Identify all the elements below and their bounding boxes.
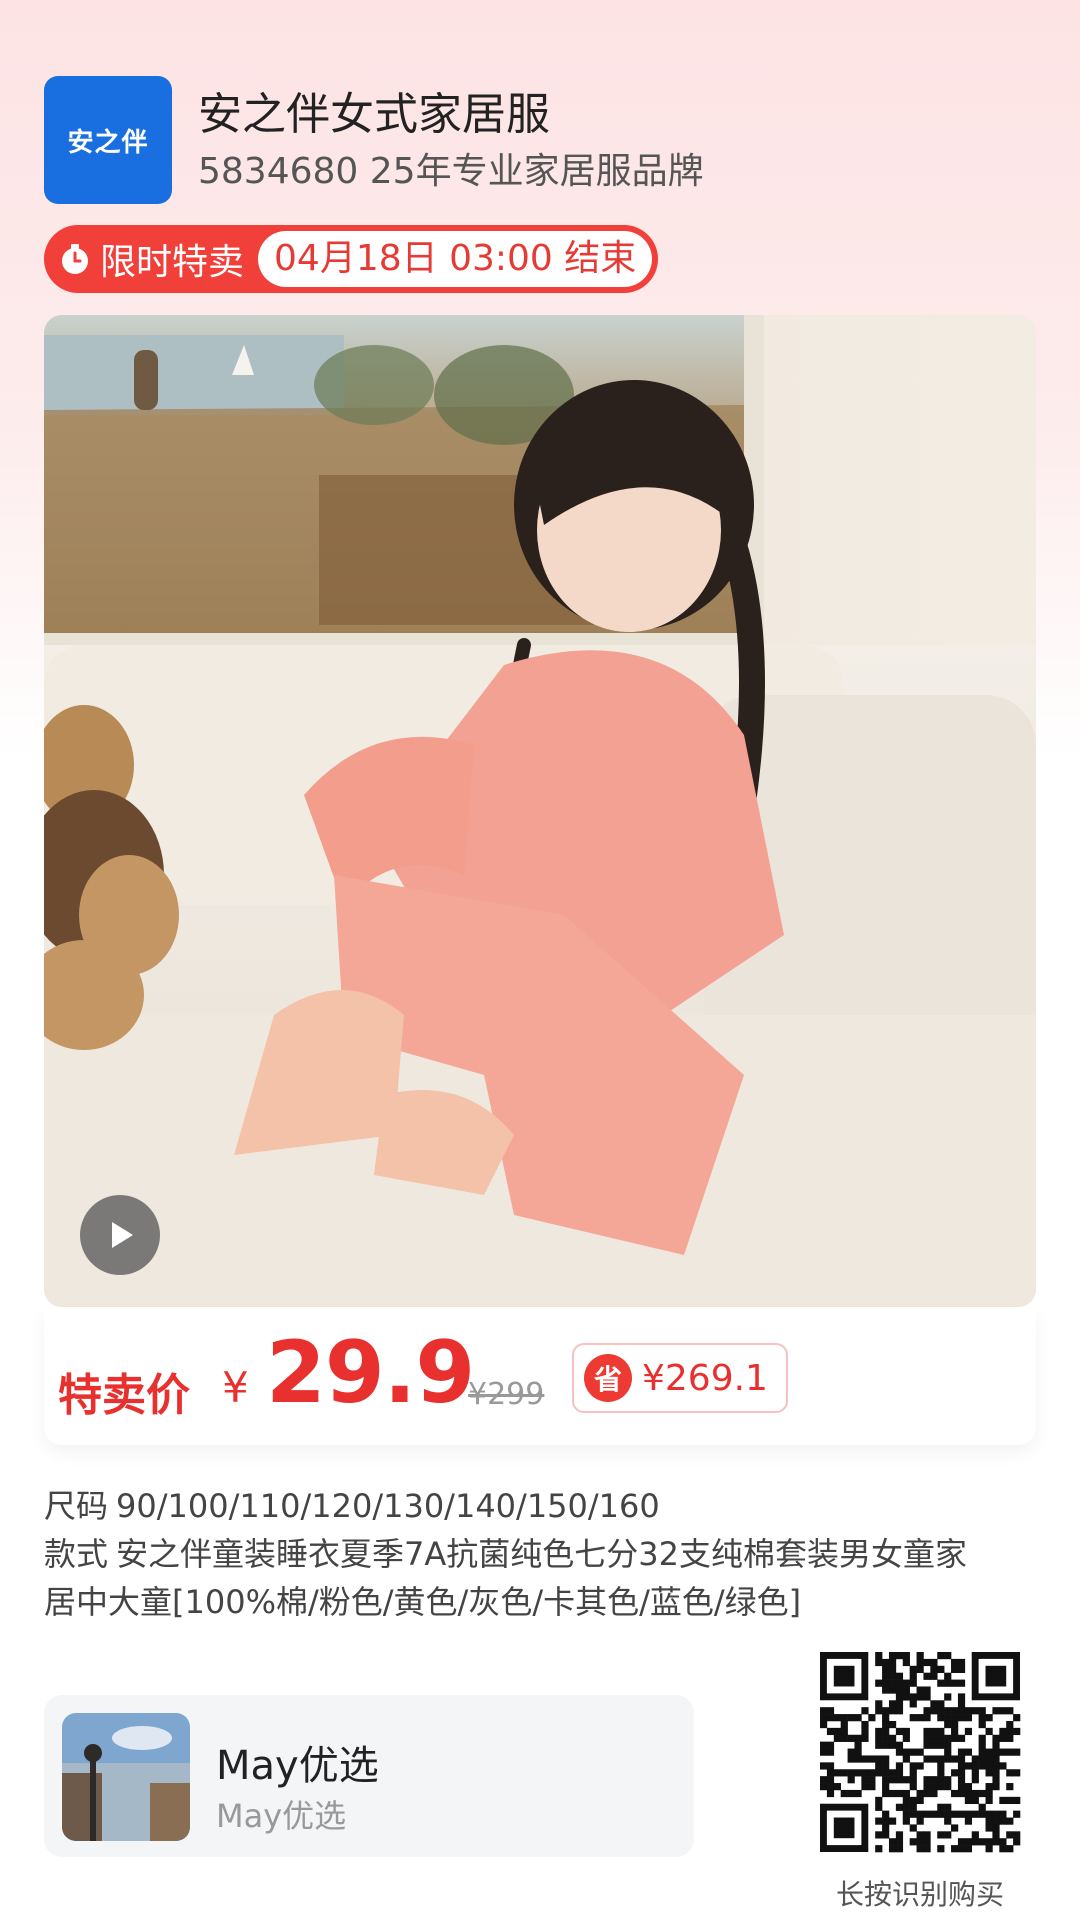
- qr-caption: 长按识别购买: [835, 1878, 1004, 1911]
- store-name: 安之伴女式家居服: [198, 89, 550, 140]
- flash-sale-end-time: 04月18日 03:00 结束: [258, 231, 653, 287]
- author-name: May优选: [216, 1743, 379, 1789]
- flash-sale-label: 限时特卖: [100, 242, 245, 283]
- avatar: [62, 1713, 190, 1841]
- style-row: 款式 安之伴童装睡衣夏季7A抗菌纯色七分32支纯棉套装男女童家: [44, 1530, 1044, 1578]
- original-price: ¥299: [468, 1377, 545, 1412]
- author-card[interactable]: May优选 May优选: [44, 1695, 694, 1857]
- flash-sale-banner: 限时特卖 04月18日 03:00 结束: [44, 225, 659, 293]
- play-icon: [112, 1222, 133, 1248]
- size-label: 尺码: [44, 1487, 109, 1525]
- play-video-button[interactable]: [80, 1195, 160, 1275]
- save-icon: 省: [584, 1354, 632, 1402]
- sale-price: 29.9: [266, 1323, 475, 1423]
- author-subtitle: May优选: [216, 1797, 347, 1835]
- size-row: 尺码 90/100/110/120/130/140/150/160: [44, 1482, 1044, 1530]
- qr-code[interactable]: [808, 1640, 1032, 1864]
- store-header: 安之伴 安之伴女式家居服 5834680 25年专业家居服品牌: [44, 74, 1044, 206]
- stopwatch-icon: [58, 242, 92, 276]
- store-subtitle: 5834680 25年专业家居服品牌: [198, 151, 704, 192]
- price-currency: ¥: [222, 1363, 249, 1412]
- sale-price-label: 特卖价: [58, 1370, 190, 1421]
- store-logo-text: 安之伴: [67, 127, 149, 158]
- price-card: 特卖价 ¥ 29.9 ¥299 省 ¥269.1: [44, 1307, 1036, 1445]
- style-text-line1: 安之伴童装睡衣夏季7A抗菌纯色七分32支纯棉套装男女童家: [116, 1535, 967, 1573]
- product-details: 尺码 90/100/110/120/130/140/150/160 款式 安之伴童装…: [44, 1482, 1044, 1626]
- style-label: 款式: [44, 1535, 109, 1573]
- product-photo[interactable]: [44, 315, 1036, 1307]
- store-logo: 安之伴: [44, 76, 172, 204]
- size-values: 90/100/110/120/130/140/150/160: [116, 1487, 660, 1525]
- savings-amount: ¥269.1: [642, 1357, 768, 1399]
- style-text-line2: 居中大童[100%棉/粉色/黄色/灰色/卡其色/蓝色/绿色]: [44, 1583, 802, 1621]
- savings-badge: 省 ¥269.1: [572, 1343, 788, 1413]
